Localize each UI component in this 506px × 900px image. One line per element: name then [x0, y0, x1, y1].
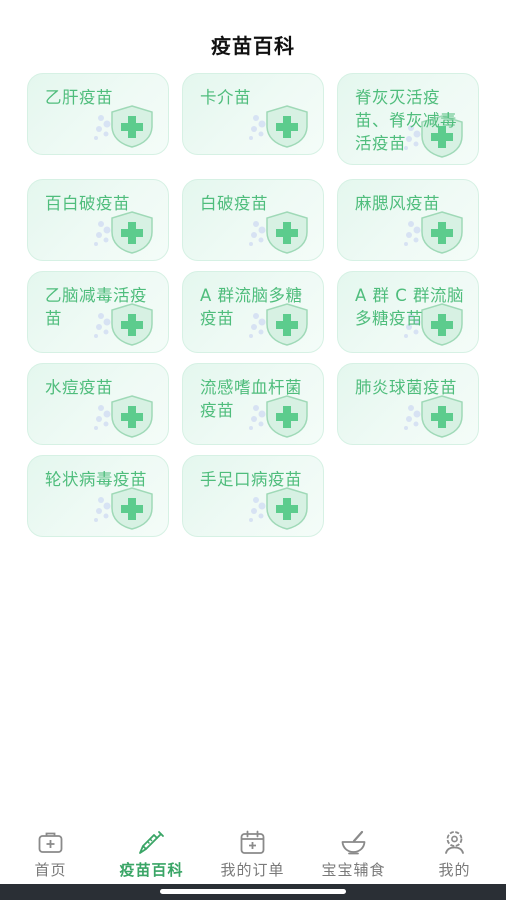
vaccine-card[interactable]: 水痘疫苗 [27, 363, 169, 445]
home-indicator-bar [0, 884, 506, 900]
syringe-icon [139, 831, 164, 854]
tab-mine[interactable]: 我的 [404, 820, 505, 884]
tab-label: 疫苗百科 [119, 861, 184, 879]
mortar-bowl-icon [341, 830, 366, 855]
vaccine-card[interactable]: 手足口病疫苗 [182, 455, 324, 537]
vaccine-card-label: 卡介苗 [200, 88, 251, 107]
vaccine-card-label: 水痘疫苗 [45, 378, 113, 397]
vaccine-card-label: 乙脑减毒活疫苗 [45, 286, 147, 328]
vaccine-card-label: 脊灰灭活疫苗、脊灰减毒活疫苗 [355, 88, 457, 153]
vaccine-card-label: 轮状病毒疫苗 [45, 470, 147, 489]
vaccine-card-label: 手足口病疫苗 [200, 470, 302, 489]
vaccine-card[interactable]: 轮状病毒疫苗 [27, 455, 169, 537]
vaccine-card-label: 乙肝疫苗 [45, 88, 113, 107]
vaccine-card[interactable]: 脊灰灭活疫苗、脊灰减毒活疫苗 [337, 73, 479, 165]
tab-vaccine-encyclopedia[interactable]: 疫苗百科 [101, 820, 202, 884]
vaccine-card-label: A 群流脑多糖疫苗 [200, 286, 303, 328]
vaccine-card[interactable]: 麻腮风疫苗 [337, 179, 479, 261]
vaccine-card-label: 流感嗜血杆菌疫苗 [200, 378, 302, 420]
vaccine-card[interactable]: 肺炎球菌疫苗 [337, 363, 479, 445]
vaccine-card-label: A 群 C 群流脑多糖疫苗 [355, 286, 465, 328]
vaccine-card[interactable]: 百白破疫苗 [27, 179, 169, 261]
home-indicator[interactable] [160, 889, 346, 894]
calendar-plus-icon [240, 830, 265, 854]
tab-baby-food[interactable]: 宝宝辅食 [303, 820, 404, 884]
vaccine-card[interactable]: A 群流脑多糖疫苗 [182, 271, 324, 353]
vaccine-card[interactable]: 卡介苗 [182, 73, 324, 155]
vaccine-card-label: 白破疫苗 [200, 194, 268, 213]
tab-label: 首页 [34, 861, 67, 879]
vaccine-card[interactable]: 白破疫苗 [182, 179, 324, 261]
vaccine-card-label: 百白破疫苗 [45, 194, 130, 213]
medkit-icon [38, 832, 63, 853]
vaccine-card[interactable]: A 群 C 群流脑多糖疫苗 [337, 271, 479, 353]
vaccine-card-label: 肺炎球菌疫苗 [355, 378, 457, 397]
tab-my-orders[interactable]: 我的订单 [202, 820, 303, 884]
bottom-tab-bar: 首页 疫苗百科 我的订单 宝宝辅食 我的 [0, 820, 506, 884]
vaccine-card[interactable]: 流感嗜血杆菌疫苗 [182, 363, 324, 445]
user-gear-icon [445, 831, 464, 854]
vaccine-card[interactable]: 乙脑减毒活疫苗 [27, 271, 169, 353]
vaccine-encyclopedia-page: 疫苗百科 乙肝疫苗 卡介苗 脊灰灭活疫苗、脊灰减毒活疫苗 百白破疫苗 白破疫苗 … [0, 0, 506, 900]
tab-label: 我的订单 [220, 861, 285, 879]
tab-label: 我的 [438, 861, 471, 879]
tab-label: 宝宝辅食 [321, 861, 386, 879]
vaccine-card[interactable]: 乙肝疫苗 [27, 73, 169, 155]
page-title: 疫苗百科 [211, 34, 295, 58]
vaccine-card-label: 麻腮风疫苗 [355, 194, 440, 213]
tab-home[interactable]: 首页 [0, 820, 101, 884]
